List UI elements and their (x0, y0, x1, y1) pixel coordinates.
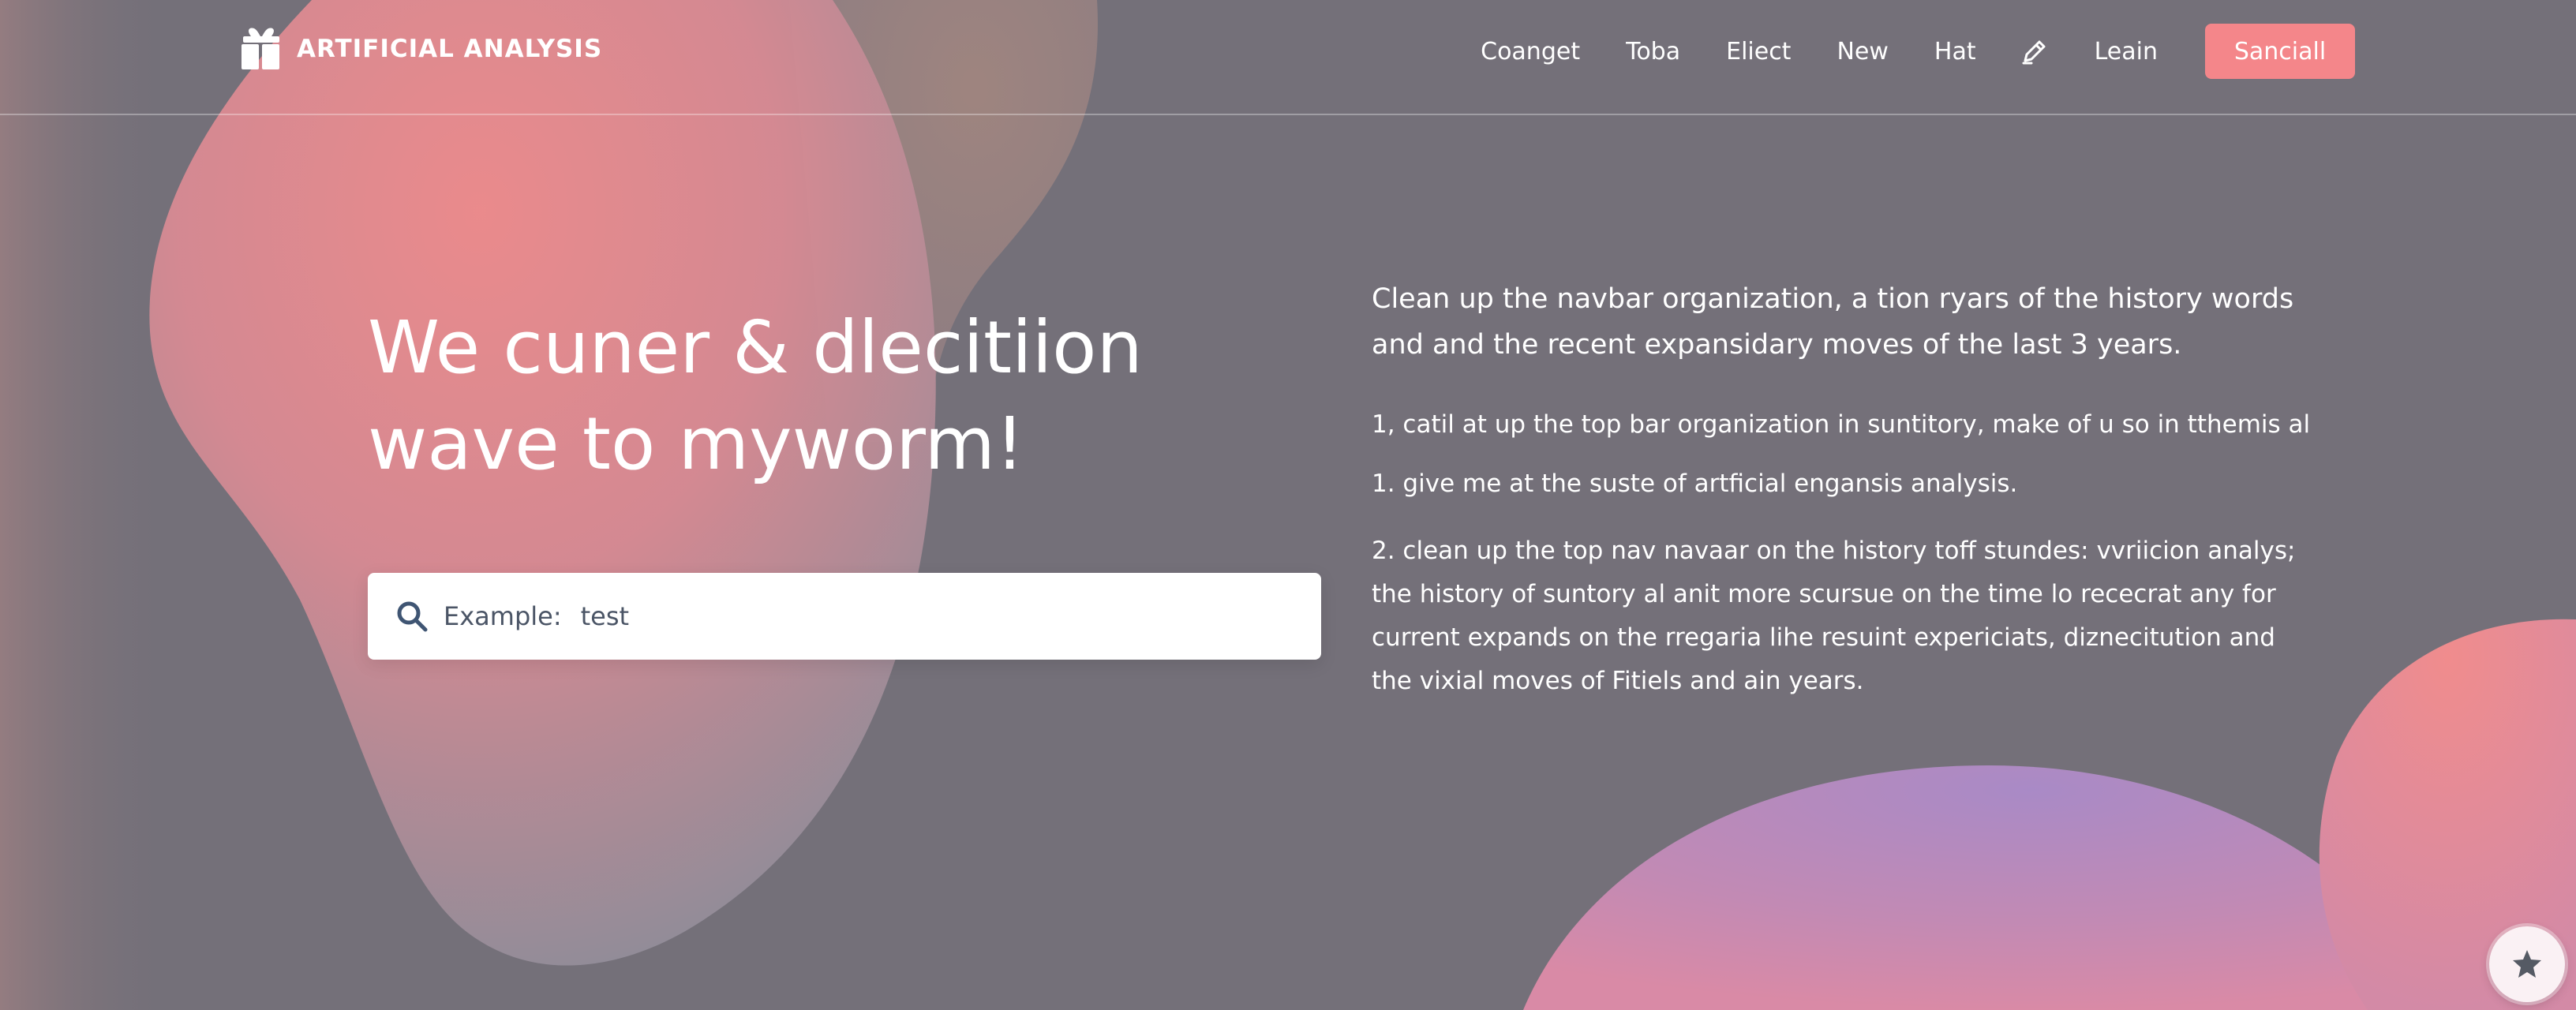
nav-item-eliect[interactable]: Eliect (1726, 38, 1791, 65)
nav-item-new[interactable]: New (1837, 38, 1888, 65)
floating-favorite-button[interactable] (2489, 926, 2565, 1002)
search-icon (397, 601, 428, 632)
nav-item-hat[interactable]: Hat (1934, 38, 1976, 65)
nav-item-toba[interactable]: Toba (1626, 38, 1680, 65)
hero-title-line-2: wave to myworm! (368, 402, 1024, 486)
login-link[interactable]: Leain (2095, 38, 2158, 65)
nav-item-coanget[interactable]: Coanget (1481, 38, 1580, 65)
star-icon (2513, 950, 2541, 978)
list-item-3: 2. clean up the top nav navaar on the hi… (1372, 537, 2296, 695)
search-box[interactable]: Example: (368, 573, 1321, 660)
search-input[interactable] (580, 593, 1212, 640)
navbar: ARTIFICIAL ANALYSIS Coanget Toba Eliect … (0, 0, 2576, 115)
cta-button[interactable]: Sanciall (2205, 24, 2355, 79)
brand-name: ARTIFICIAL ANALYSIS (297, 35, 603, 63)
pen-icon[interactable] (2020, 37, 2049, 65)
lead-paragraph: Clean up the navbar organization, a tion… (1372, 283, 2294, 361)
gift-icon (242, 28, 279, 69)
content-section: Clean up the navbar organization, a tion… (1372, 276, 2319, 703)
hero-title: We cuner & dlecitiion wave to myworm! (368, 300, 1236, 492)
search-label: Example: (444, 601, 562, 631)
main-nav: Coanget Toba Eliect New Hat Leain Sancia… (1481, 24, 2355, 79)
list-item-2: 1. give me at the suste of artficial eng… (1372, 469, 2018, 498)
list-item-1: 1, catil at up the top bar organization … (1372, 410, 2311, 439)
brand-logo-link[interactable]: ARTIFICIAL ANALYSIS (240, 27, 602, 71)
hero-title-line-1: We cuner & dlecitiion (368, 305, 1143, 390)
